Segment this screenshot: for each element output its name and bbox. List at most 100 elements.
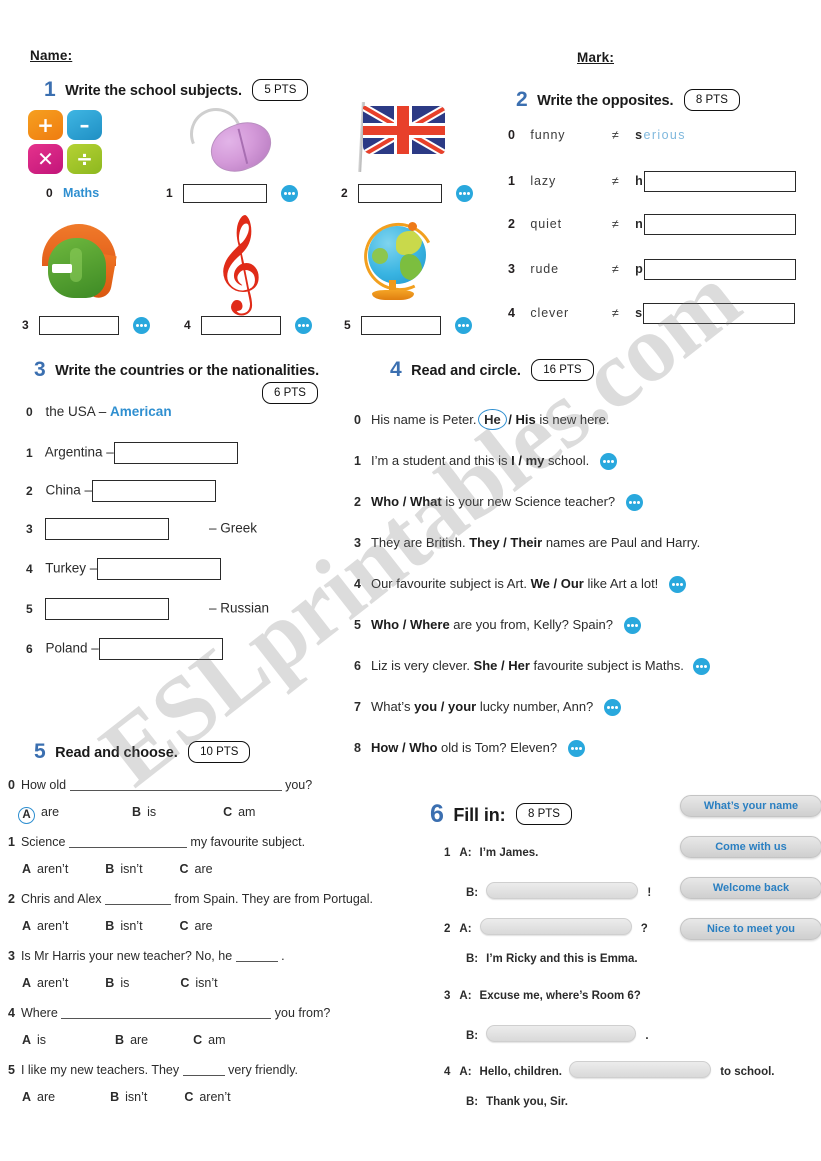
item-word: lazy bbox=[530, 173, 557, 188]
option-a[interactable]: you bbox=[414, 699, 437, 714]
sample-answer: Maths bbox=[63, 186, 100, 200]
option-letter-a-circled[interactable]: A bbox=[18, 807, 35, 824]
audio-icon[interactable] bbox=[599, 453, 617, 471]
option-b[interactable]: are bbox=[130, 1033, 148, 1047]
option-a[interactable]: aren’t bbox=[37, 976, 68, 990]
question-post: you from? bbox=[274, 1006, 331, 1020]
answer-box[interactable] bbox=[45, 598, 170, 620]
option-b[interactable]: isn’t bbox=[125, 1090, 147, 1104]
word-bank-pill-4[interactable]: Nice to meet you bbox=[680, 918, 821, 940]
exercise-5-heading: 5 Read and choose. 10 PTS bbox=[34, 740, 251, 764]
exercise-6-item-1-line-a: 1 A: I’m James. bbox=[444, 847, 538, 859]
question-pre: How old bbox=[20, 778, 67, 792]
option-c[interactable]: are bbox=[195, 862, 213, 876]
answer-box[interactable] bbox=[358, 184, 443, 203]
option-b[interactable]: isn’t bbox=[120, 862, 142, 876]
option-b[interactable]: isn’t bbox=[120, 919, 142, 933]
audio-icon[interactable] bbox=[603, 699, 621, 717]
exercise-1-title: Write the school subjects. bbox=[65, 83, 242, 99]
option-b[interactable]: Who bbox=[409, 740, 437, 755]
answer-gap[interactable] bbox=[479, 918, 632, 935]
answer-blank[interactable] bbox=[68, 835, 187, 848]
answer-blank[interactable] bbox=[61, 1006, 272, 1019]
answer-box[interactable] bbox=[201, 316, 282, 335]
option-a[interactable]: She bbox=[474, 658, 498, 673]
option-b[interactable]: His bbox=[516, 412, 536, 427]
option-a[interactable]: He bbox=[478, 409, 507, 430]
option-b[interactable]: Where bbox=[410, 617, 450, 632]
exercise-2-number: 2 bbox=[516, 88, 528, 111]
option-c[interactable]: aren’t bbox=[199, 1090, 230, 1104]
line-text: Excuse me, where’s Room 6? bbox=[479, 990, 641, 1002]
answer-box[interactable] bbox=[98, 638, 223, 660]
answer-box[interactable] bbox=[183, 184, 268, 203]
exercise-1-item-2: 2 bbox=[341, 184, 474, 203]
word-bank-pill-1[interactable]: What’s your name bbox=[680, 795, 821, 817]
answer-rest: erious bbox=[643, 128, 686, 142]
option-c[interactable]: are bbox=[195, 919, 213, 933]
word-bank-pill-2[interactable]: Come with us bbox=[680, 836, 821, 858]
option-a[interactable]: Who bbox=[371, 494, 399, 509]
option-c[interactable]: isn’t bbox=[195, 976, 217, 990]
option-b[interactable]: Her bbox=[508, 658, 530, 673]
audio-icon[interactable] bbox=[281, 185, 299, 202]
word-bank-pill-3[interactable]: Welcome back bbox=[680, 877, 821, 899]
option-c[interactable]: am bbox=[208, 1033, 225, 1047]
item-number: 5 bbox=[8, 1063, 15, 1077]
option-b[interactable]: What bbox=[410, 494, 442, 509]
item-number: 8 bbox=[354, 741, 361, 755]
answer-gap[interactable] bbox=[486, 882, 639, 899]
option-a[interactable]: are bbox=[37, 1090, 55, 1104]
answer-box[interactable] bbox=[39, 316, 120, 335]
option-a[interactable]: Who bbox=[371, 617, 399, 632]
option-a[interactable]: They bbox=[469, 535, 499, 550]
option-a[interactable]: is bbox=[37, 1033, 46, 1047]
option-a[interactable]: are bbox=[41, 805, 59, 819]
audio-icon[interactable] bbox=[567, 740, 585, 758]
answer-box[interactable] bbox=[643, 171, 796, 192]
option-b[interactable]: is bbox=[120, 976, 129, 990]
audio-icon[interactable] bbox=[668, 576, 686, 594]
answer-box[interactable] bbox=[642, 303, 795, 324]
item-number: 3 bbox=[8, 949, 15, 963]
option-a[interactable]: How bbox=[371, 740, 398, 755]
answer-blank[interactable] bbox=[69, 778, 282, 791]
option-b[interactable]: is bbox=[147, 805, 156, 819]
option-a[interactable]: aren’t bbox=[37, 862, 68, 876]
audio-icon[interactable] bbox=[295, 317, 313, 334]
item-number: 1 bbox=[508, 173, 516, 188]
answer-box[interactable] bbox=[92, 480, 217, 502]
audio-icon[interactable] bbox=[623, 617, 641, 635]
option-a[interactable]: aren’t bbox=[37, 919, 68, 933]
option-b[interactable]: Their bbox=[510, 535, 542, 550]
audio-icon[interactable] bbox=[456, 185, 474, 202]
answer-blank[interactable] bbox=[182, 1063, 225, 1076]
sentence-post: old is Tom? Eleven? bbox=[437, 740, 558, 755]
option-a[interactable]: We bbox=[531, 576, 550, 591]
audio-icon[interactable] bbox=[625, 494, 643, 512]
audio-icon[interactable] bbox=[455, 317, 473, 334]
answer-box[interactable] bbox=[643, 259, 796, 280]
option-c[interactable]: am bbox=[238, 805, 255, 819]
item-word: clever bbox=[530, 305, 570, 320]
answer-box[interactable] bbox=[97, 558, 222, 580]
option-b[interactable]: your bbox=[448, 699, 476, 714]
sample-answer: American bbox=[110, 404, 172, 419]
item-number: 4 bbox=[8, 1006, 15, 1020]
audio-icon[interactable] bbox=[133, 317, 151, 334]
answer-box[interactable] bbox=[361, 316, 442, 335]
answer-box[interactable] bbox=[45, 518, 170, 540]
answer-blank[interactable] bbox=[235, 949, 278, 962]
answer-box[interactable] bbox=[643, 214, 796, 235]
option-b[interactable]: Our bbox=[561, 576, 584, 591]
answer-blank[interactable] bbox=[105, 892, 172, 905]
answer-gap[interactable] bbox=[486, 1025, 637, 1042]
minus-icon: – bbox=[67, 110, 102, 140]
option-letter-b: B bbox=[115, 1033, 125, 1047]
answer-gap[interactable] bbox=[568, 1061, 711, 1078]
answer-box[interactable] bbox=[113, 442, 238, 464]
item-number: 1 bbox=[26, 445, 33, 460]
audio-icon[interactable] bbox=[693, 658, 711, 676]
option-b[interactable]: my bbox=[526, 453, 545, 468]
greek-helmet-icon bbox=[30, 224, 126, 300]
